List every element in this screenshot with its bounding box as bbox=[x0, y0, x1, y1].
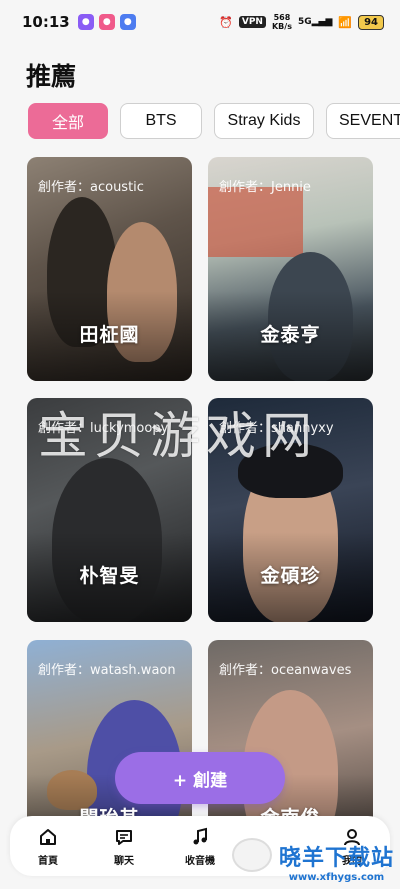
alarm-icon: ⏰ bbox=[219, 15, 233, 29]
card-photo-hair bbox=[238, 443, 343, 498]
battery-indicator: 94 bbox=[358, 14, 384, 30]
nav-chat[interactable]: 聊天 bbox=[94, 826, 154, 867]
wifi-icon: 📶 bbox=[338, 15, 353, 29]
card-name: 朴智旻 bbox=[79, 565, 140, 587]
app-notification-icon: ● bbox=[119, 14, 136, 30]
nav-label: 首頁 bbox=[38, 855, 58, 867]
net-speed: 568 KB/s bbox=[272, 13, 292, 31]
site-logo: 晓羊下载站 www.xfhygs.com bbox=[279, 840, 394, 883]
status-bar: 10:13 ● ● ● ⏰ VPN 568 KB/s 5G▂▄▆ 📶 94 bbox=[0, 0, 400, 44]
card-creator: 創作者：watash.waon bbox=[38, 663, 176, 678]
character-card[interactable]: 創作者：luckymoopy 朴智旻 bbox=[27, 398, 192, 622]
filter-tabs: 全部 BTS Stray Kids SEVENTE bbox=[28, 103, 400, 139]
vpn-badge: VPN bbox=[238, 16, 266, 28]
signal-label: 5G bbox=[297, 17, 312, 27]
chat-icon bbox=[113, 826, 135, 848]
character-card[interactable]: 創作者：shannyxy 金碩珍 bbox=[208, 398, 373, 622]
character-card[interactable]: 創作者：Jennie 金泰亨 bbox=[208, 157, 373, 381]
system-indicators: ⏰ VPN 568 KB/s 5G▂▄▆ 📶 94 bbox=[219, 13, 384, 31]
status-time: 10:13 bbox=[22, 13, 70, 31]
nav-label: 收音機 bbox=[185, 855, 215, 867]
site-logo-url: www.xfhygs.com bbox=[288, 872, 385, 883]
card-photo-poster bbox=[208, 187, 303, 257]
music-icon bbox=[189, 826, 211, 848]
net-speed-value: 568 bbox=[273, 13, 291, 22]
card-name: 田柾國 bbox=[79, 324, 140, 346]
sheep-mascot-icon bbox=[232, 838, 272, 872]
app-notification-icon: ● bbox=[98, 14, 115, 30]
nav-label: 聊天 bbox=[114, 855, 134, 867]
site-logo-title: 晓羊下载站 bbox=[278, 846, 394, 871]
tab-seventeen[interactable]: SEVENTE bbox=[326, 103, 400, 139]
card-creator: 創作者：acoustic bbox=[38, 180, 144, 195]
tab-bts[interactable]: BTS bbox=[120, 103, 202, 139]
card-creator: 創作者：Jennie bbox=[219, 180, 311, 195]
nav-home[interactable]: 首頁 bbox=[18, 826, 78, 867]
net-speed-unit: KB/s bbox=[271, 22, 292, 31]
card-creator: 創作者：oceanwaves bbox=[219, 663, 352, 678]
create-button[interactable]: + 創建 bbox=[115, 752, 285, 804]
signal-icon: 5G▂▄▆ bbox=[297, 17, 333, 27]
notification-icons: ● ● ● bbox=[77, 14, 136, 30]
tab-all[interactable]: 全部 bbox=[28, 103, 108, 139]
nav-radio[interactable]: 收音機 bbox=[170, 826, 230, 867]
home-icon bbox=[37, 826, 59, 848]
card-creator: 創作者：shannyxy bbox=[219, 421, 334, 436]
page-title: 推薦 bbox=[26, 62, 77, 91]
card-name: 金碩珍 bbox=[260, 565, 321, 587]
card-creator: 創作者：luckymoopy bbox=[38, 421, 169, 436]
tab-stray-kids[interactable]: Stray Kids bbox=[214, 103, 314, 139]
card-name: 金泰亨 bbox=[260, 324, 321, 346]
app-notification-icon: ● bbox=[77, 14, 94, 30]
character-card[interactable]: 創作者：acoustic 田柾國 bbox=[27, 157, 192, 381]
